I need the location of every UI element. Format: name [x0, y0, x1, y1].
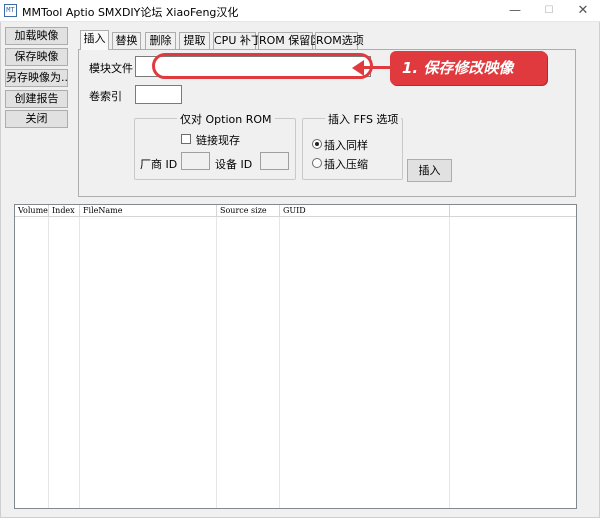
column-divider: [48, 217, 49, 508]
column-header-source-size[interactable]: Source size: [217, 205, 280, 217]
device-id-input[interactable]: [260, 152, 289, 170]
create-report-button[interactable]: 创建报告: [5, 90, 68, 108]
vendor-id-input[interactable]: [181, 152, 210, 170]
tab-extract[interactable]: 提取: [179, 32, 210, 49]
column-header-index[interactable]: Index: [49, 205, 80, 217]
column-header-filename[interactable]: FileName: [80, 205, 217, 217]
maximize-icon[interactable]: ☐: [534, 0, 564, 21]
module-list[interactable]: Volume Index FileName Source size GUID: [14, 204, 577, 509]
column-header-guid[interactable]: GUID: [280, 205, 450, 217]
ffs-options-group: 插入 FFS 选项 插入同样 插入压缩: [302, 111, 403, 180]
option-rom-group-title: 仅对 Option ROM: [177, 111, 275, 127]
module-file-label: 模块文件: [89, 62, 133, 75]
column-divider: [79, 217, 80, 508]
volume-index-input[interactable]: [135, 85, 182, 104]
annotation-highlight-ring: [152, 53, 373, 79]
tab-cpu-patch[interactable]: CPU 补丁: [213, 32, 262, 49]
insert-compressed-label: 插入压缩: [324, 158, 368, 171]
close-icon[interactable]: ✕: [568, 0, 598, 21]
column-divider: [216, 217, 217, 508]
tab-insert[interactable]: 插入: [80, 30, 109, 50]
column-divider: [279, 217, 280, 508]
vendor-id-label: 厂商 ID: [140, 158, 178, 171]
app-icon: MT: [4, 4, 17, 17]
annotation-arrow-line: [360, 66, 392, 69]
load-image-button[interactable]: 加载映像: [5, 27, 68, 45]
save-image-as-button[interactable]: 另存映像为...: [5, 69, 68, 87]
annotation-label: 1. 保存修改映像: [390, 51, 547, 85]
close-button[interactable]: 关闭: [5, 110, 68, 128]
minimize-icon[interactable]: —: [500, 0, 530, 21]
window-title: MMTool Aptio SMXDIY论坛 XiaoFeng汉化: [22, 6, 239, 19]
tab-replace[interactable]: 替换: [112, 32, 141, 49]
column-divider: [449, 217, 450, 508]
link-present-checkbox[interactable]: [181, 134, 191, 144]
option-rom-group: 仅对 Option ROM 链接现存 厂商 ID 设备 ID: [134, 111, 296, 180]
insert-as-is-label: 插入同样: [324, 139, 368, 152]
title-bar: MT MMTool Aptio SMXDIY论坛 XiaoFeng汉化 — ☐ …: [0, 0, 600, 22]
ffs-options-group-title: 插入 FFS 选项: [325, 111, 402, 127]
column-header-volume[interactable]: Volume: [15, 205, 49, 217]
device-id-label: 设备 ID: [215, 158, 253, 171]
volume-index-label: 卷索引: [89, 90, 122, 103]
insert-compressed-radio[interactable]: [312, 158, 322, 168]
save-image-button[interactable]: 保存映像: [5, 48, 68, 66]
link-present-label: 链接现存: [196, 134, 240, 147]
insert-as-is-radio[interactable]: [312, 139, 322, 149]
insert-button[interactable]: 插入: [407, 159, 452, 182]
tab-rom-hold[interactable]: ROM 保留区: [258, 32, 321, 49]
module-list-header: Volume Index FileName Source size GUID: [15, 205, 576, 217]
tab-rom-options[interactable]: ROM选项: [315, 32, 364, 49]
tab-delete[interactable]: 删除: [145, 32, 176, 49]
